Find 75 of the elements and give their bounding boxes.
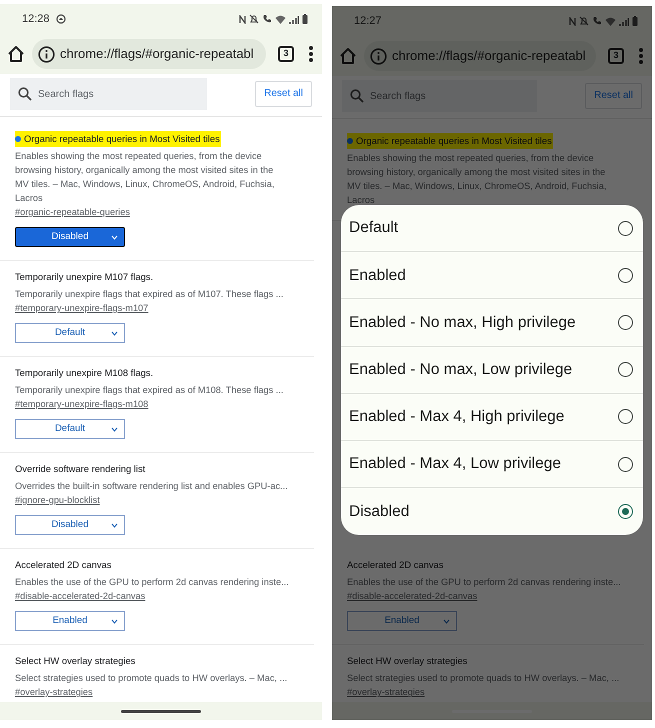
option-row[interactable]: Enabled - Max 4, High privilege [341,394,643,441]
flag-title: Select HW overlay strategies [347,654,468,668]
option-row[interactable]: Enabled [341,252,643,300]
flag-link[interactable]: #organic-repeatable-queries [15,205,130,220]
info-icon [38,46,55,62]
flag-link[interactable]: #temporary-unexpire-flags-m108 [15,397,148,412]
caret-icon [111,235,118,240]
radio-button[interactable] [618,314,633,330]
search-icon [350,89,364,103]
flag-title: Organic repeatable queries in Most Visited tiles [347,133,553,149]
flag-description: Enables showing the most repeated queries, from the device browsing history, organically among the most visited sites in the MV tiles. – Mac, Windows, Linux, ChromeOS, Android, Fuchsia, Lacros [15,150,276,205]
caret-icon [111,427,118,432]
flag-link[interactable]: #disable-accelerated-2d-canvas [15,589,146,604]
radio-button[interactable] [618,362,633,378]
flag-link[interactable]: #overlay-strategies [15,685,93,700]
radio-button[interactable] [618,409,633,424]
caret-icon [111,619,118,624]
status-time: 12:28 [22,12,50,27]
search-field[interactable]: Search flags [10,78,208,110]
option-row[interactable]: Enabled - Max 4, Low privilege [341,440,643,488]
flag-title: Accelerated 2D canvas [15,558,112,572]
option-row[interactable]: Disabled [341,488,643,536]
caret-icon [443,619,450,624]
battery-icon [302,14,308,24]
flag-link[interactable]: #ignore-gpu-blocklist [15,493,100,508]
select-dropdown[interactable]: Default [15,323,125,343]
flag-description: Select strategies used to promote quads to HW overlays. – Mac, ... [15,672,288,685]
flag-description: Enables showing the most repeated queries, from the device browsing history, organically among the most visited sites in the MV tiles. – Mac, Windows, Linux, ChromeOS, Android, Fuchsia, Lacros [347,152,608,207]
signal-icon [619,16,629,26]
radio-button[interactable] [618,504,633,520]
option-row[interactable]: Enabled - No max, Low privilege [341,346,643,394]
flag-link[interactable]: #temporary-unexpire-flags-m107 [15,301,148,316]
reset-all-button[interactable]: Reset all [255,81,312,107]
tab-count-button[interactable]: 3 [608,48,624,64]
nfc-icon [239,14,246,24]
flag-description: Temporarily unexpire flags that expired as of M108. These flags ... [15,384,284,397]
signal-icon [289,14,299,24]
nfc-icon [569,16,576,26]
flag-description: Select strategies used to promote quads to HW overlays. – Mac, ... [347,672,620,686]
battery-icon [632,16,638,26]
status-time: 12:27 [354,14,382,29]
flag-description: Temporarily unexpire flags that expired as of M107. These flags ... [15,288,284,301]
info-icon [370,48,387,64]
address-bar[interactable]: chrome://flags/#organic-repeatabl [32,39,266,69]
caret-icon [111,331,118,336]
radio-button[interactable] [618,268,633,283]
call-icon [592,16,602,26]
call-icon [262,14,272,24]
option-row[interactable]: Default [341,205,643,252]
menu-icon[interactable] [308,45,314,63]
mute-icon [249,14,259,24]
flag-description: Enables the use of the GPU to perform 2d canvas rendering inste... [347,576,622,590]
tab-count-button[interactable]: 3 [278,46,294,62]
select-dropdown[interactable]: Disabled [15,227,125,247]
notification-icon [56,14,66,24]
flag-title: Temporarily unexpire M108 flags. [15,366,154,380]
flag-title: Organic repeatable queries in Most Visited tiles [15,131,221,147]
radio-button[interactable] [618,220,633,236]
wifi-icon [275,14,286,24]
caret-icon [111,523,118,528]
flag-title: Temporarily unexpire M107 flags. [15,270,154,284]
mute-icon [579,16,589,26]
select-dropdown[interactable]: Enabled [15,611,125,631]
home-icon[interactable] [6,44,26,64]
flag-description: Enables the use of the GPU to perform 2d canvas rendering inste... [15,576,290,589]
search-icon [18,87,32,101]
flag-title: Select HW overlay strategies [15,654,136,668]
select-dropdown[interactable]: Default [15,419,125,439]
option-row[interactable]: Enabled - No max, High privilege [341,299,643,347]
select-dropdown[interactable]: Disabled [15,515,125,535]
flag-title: Override software rendering list [15,462,146,476]
flag-title: Accelerated 2D canvas [347,558,444,572]
radio-button[interactable] [618,456,633,472]
wifi-icon [605,16,616,26]
flag-description: Overrides the built-in software rendering list and enables GPU-ac... [15,480,289,493]
